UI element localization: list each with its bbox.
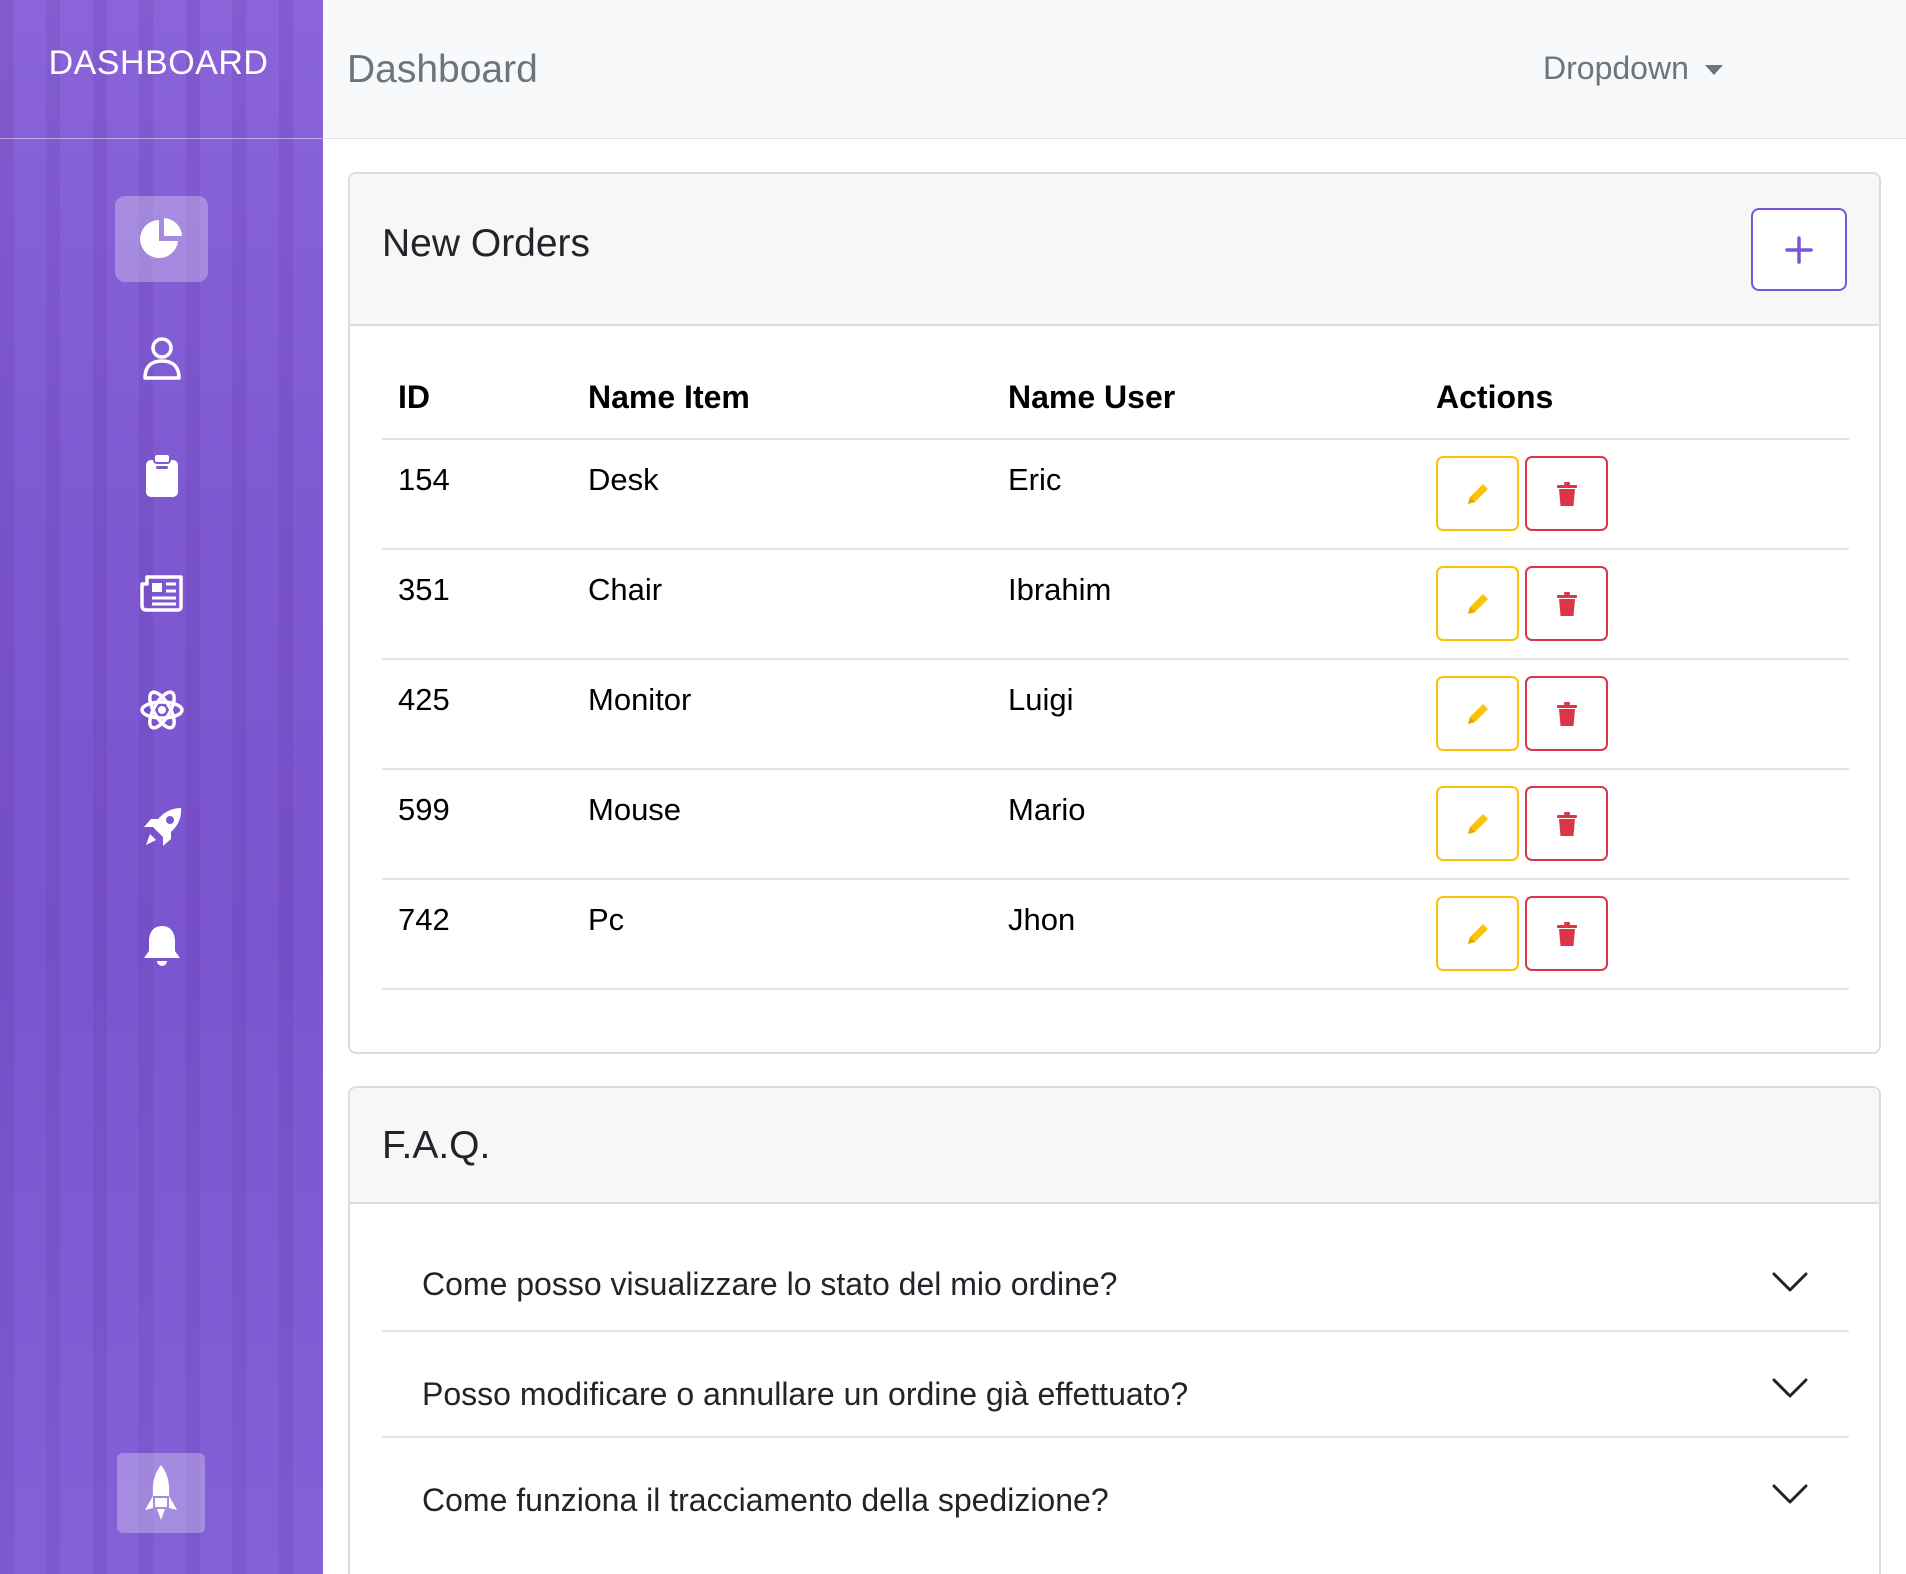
pencil-icon [1467, 923, 1488, 944]
chevron-down-icon [1772, 1484, 1808, 1504]
chevron-down-icon [1772, 1272, 1808, 1292]
pie-chart-icon [139, 218, 182, 258]
table-row: 154 Desk Eric [382, 439, 1849, 550]
orders-table: ID Name Item Name User Actions 154 Desk Er… [382, 356, 1849, 990]
bell-icon [143, 926, 180, 966]
faq-item[interactable]: Come funziona il tracciamento della sped… [382, 1438, 1849, 1544]
sidebar-item-news[interactable] [115, 549, 208, 635]
cell-id: 154 [382, 439, 572, 550]
sidebar-item-launch[interactable] [115, 785, 208, 871]
chevron-down-icon [1772, 1378, 1808, 1398]
edit-button[interactable] [1436, 566, 1519, 641]
delete-button[interactable] [1525, 676, 1608, 751]
column-header-name-user: Name User [992, 356, 1420, 440]
newspaper-icon [139, 575, 183, 612]
pencil-icon [1467, 703, 1488, 724]
pencil-icon [1467, 483, 1488, 504]
column-header-id: ID [382, 356, 572, 440]
caret-down-icon [1704, 64, 1723, 75]
edit-button[interactable] [1436, 896, 1519, 971]
rocket-icon [143, 808, 181, 846]
sidebar-item-profile[interactable] [115, 315, 208, 401]
sidebar-item-notifications[interactable] [115, 903, 208, 989]
delete-button[interactable] [1525, 456, 1608, 531]
table-row: 351 Chair Ibrahim [382, 549, 1849, 660]
orders-card: New Orders ID Name Item Name User Action… [348, 172, 1881, 1054]
cell-id: 351 [382, 549, 572, 660]
faq-item[interactable]: Come posso visualizzare lo stato del mio… [382, 1226, 1849, 1332]
plus-icon [1785, 235, 1813, 264]
cell-actions [1420, 549, 1849, 660]
cell-id: 599 [382, 769, 572, 880]
delete-button[interactable] [1525, 896, 1608, 971]
page-title: Dashboard [347, 48, 538, 91]
delete-button[interactable] [1525, 786, 1608, 861]
column-header-name-item: Name Item [572, 356, 992, 440]
faq-card-header: F.A.Q. [350, 1088, 1879, 1204]
faq-question: Posso modificare o annullare un ordine g… [422, 1376, 1189, 1412]
edit-button[interactable] [1436, 456, 1519, 531]
cell-actions [1420, 769, 1849, 880]
faq-item[interactable]: Posso modificare o annullare un ordine g… [382, 1332, 1849, 1438]
trash-icon [1556, 811, 1577, 836]
sidebar-item-settings[interactable] [115, 667, 208, 753]
pencil-icon [1467, 813, 1488, 834]
column-header-actions: Actions [1420, 356, 1849, 440]
cell-actions [1420, 879, 1849, 990]
dropdown-label: Dropdown [1543, 50, 1689, 86]
clipboard-icon [145, 453, 178, 497]
trash-icon [1556, 481, 1577, 506]
cell-name-user: Eric [992, 439, 1420, 550]
edit-button[interactable] [1436, 786, 1519, 861]
orders-title: New Orders [382, 222, 591, 265]
sidebar-item-orders[interactable] [115, 432, 208, 518]
cell-name-item: Chair [572, 549, 992, 660]
dropdown-toggle[interactable]: Dropdown [1543, 50, 1723, 87]
faq-accordion: Come posso visualizzare lo stato del mio… [382, 1226, 1849, 1544]
orders-card-header: New Orders [350, 174, 1879, 326]
cell-name-item: Monitor [572, 659, 992, 770]
faq-card: F.A.Q. Come posso visualizzare lo stato … [348, 1086, 1881, 1574]
table-row: 425 Monitor Luigi [382, 659, 1849, 770]
table-row: 599 Mouse Mario [382, 769, 1849, 880]
cell-name-item: Pc [572, 879, 992, 990]
faq-question: Come funziona il tracciamento della sped… [422, 1482, 1109, 1518]
trash-icon [1556, 591, 1577, 616]
cell-name-user: Ibrahim [992, 549, 1420, 660]
faq-question: Come posso visualizzare lo stato del mio… [422, 1266, 1118, 1302]
cell-id: 742 [382, 879, 572, 990]
cell-actions [1420, 659, 1849, 770]
sidebar-item-dashboard[interactable] [115, 196, 208, 282]
add-order-button[interactable] [1751, 208, 1847, 291]
cell-name-user: Mario [992, 769, 1420, 880]
trash-icon [1556, 701, 1577, 726]
atom-icon [139, 690, 184, 730]
faq-title: F.A.Q. [382, 1124, 491, 1167]
rocket-takeoff-icon [145, 1465, 177, 1520]
sidebar-footer-button[interactable] [117, 1453, 205, 1533]
sidebar-brand[interactable]: DASHBOARD [0, 0, 323, 139]
cell-name-item: Mouse [572, 769, 992, 880]
cell-name-user: Luigi [992, 659, 1420, 770]
trash-icon [1556, 921, 1577, 946]
sidebar: DASHBOARD [0, 0, 323, 1574]
pencil-icon [1467, 593, 1488, 614]
cell-name-item: Desk [572, 439, 992, 550]
cell-id: 425 [382, 659, 572, 770]
cell-actions [1420, 439, 1849, 550]
table-header-row: ID Name Item Name User Actions [382, 356, 1849, 440]
delete-button[interactable] [1525, 566, 1608, 641]
cell-name-user: Jhon [992, 879, 1420, 990]
table-row: 742 Pc Jhon [382, 879, 1849, 990]
edit-button[interactable] [1436, 676, 1519, 751]
person-icon [142, 337, 181, 380]
top-navbar: Dashboard Dropdown [323, 0, 1906, 139]
